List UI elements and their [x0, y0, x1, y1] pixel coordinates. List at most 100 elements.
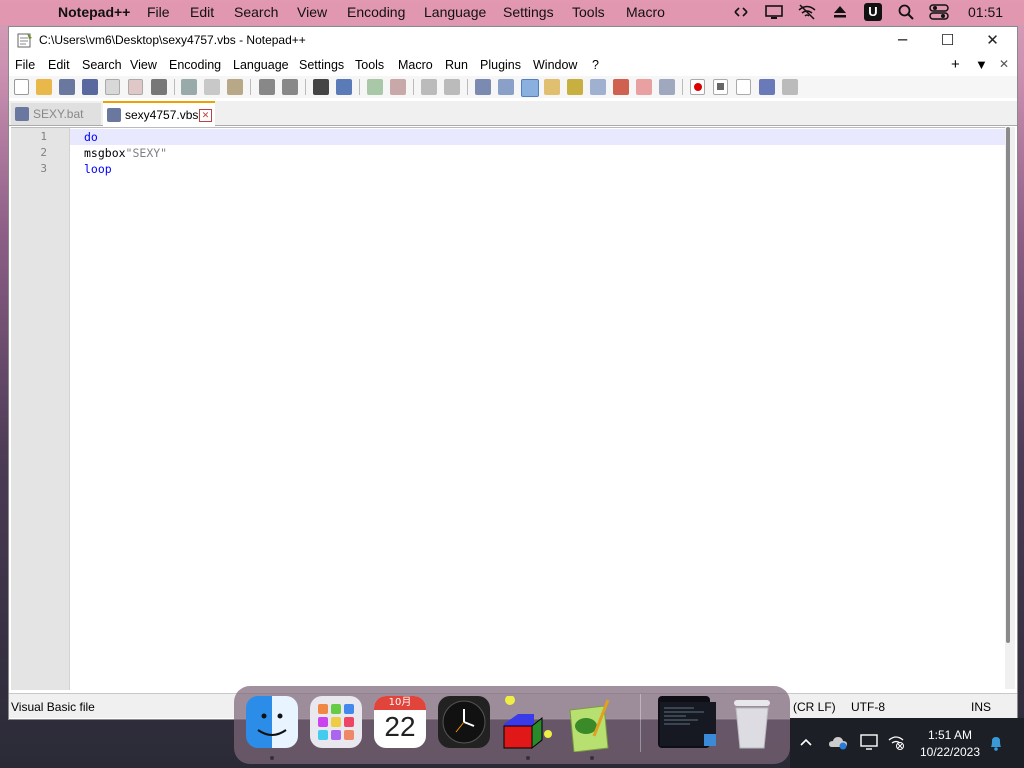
- tab-list-dropdown-button[interactable]: ▼: [975, 57, 988, 72]
- network-disconnected-icon[interactable]: [887, 734, 905, 750]
- mac-menu-tools[interactable]: Tools: [572, 4, 605, 20]
- close-button[interactable]: ✕: [970, 27, 1015, 54]
- window-thumbnail[interactable]: [658, 696, 716, 748]
- playback-icon[interactable]: [736, 79, 751, 95]
- close-file-icon[interactable]: [105, 79, 120, 95]
- menu-file[interactable]: File: [15, 58, 35, 72]
- clock-icon[interactable]: [438, 696, 490, 748]
- running-indicator: [590, 756, 594, 760]
- mac-menu-file[interactable]: File: [147, 4, 170, 20]
- function-list-icon[interactable]: [590, 79, 606, 95]
- status-insert-mode: INS: [971, 700, 992, 714]
- new-file-icon[interactable]: [14, 79, 29, 95]
- menu-help[interactable]: ?: [592, 58, 599, 72]
- u-app-icon[interactable]: U: [864, 3, 882, 21]
- indent-guide-icon[interactable]: [521, 79, 539, 97]
- notepadpp-icon[interactable]: [564, 696, 616, 753]
- maximize-button[interactable]: ☐: [925, 27, 970, 54]
- undo-icon[interactable]: [259, 79, 275, 95]
- display-icon[interactable]: [765, 5, 783, 20]
- toolbar: [9, 76, 1017, 98]
- chevron-up-icon[interactable]: [800, 737, 812, 747]
- paste-icon[interactable]: [227, 79, 243, 95]
- trash-icon[interactable]: [726, 696, 778, 749]
- mac-menu-view[interactable]: View: [297, 4, 327, 20]
- menu-edit[interactable]: Edit: [48, 58, 70, 72]
- minimize-button[interactable]: ─: [880, 27, 925, 54]
- tab-close-icon[interactable]: ✕: [199, 109, 212, 122]
- code-keyword: loop: [84, 162, 112, 176]
- print-icon[interactable]: [151, 79, 167, 95]
- calendar-icon[interactable]: 10月 22: [374, 696, 426, 748]
- toolbar-separator: [682, 79, 683, 95]
- remote-code-icon[interactable]: [731, 5, 751, 19]
- mac-menu-edit[interactable]: Edit: [190, 4, 214, 20]
- monitoring-icon[interactable]: [659, 79, 675, 95]
- menu-language[interactable]: Language: [233, 58, 289, 72]
- launchpad-icon[interactable]: [310, 696, 362, 748]
- toolbar-separator: [174, 79, 175, 95]
- mac-menu-settings[interactable]: Settings: [503, 4, 554, 20]
- save-icon[interactable]: [59, 79, 75, 95]
- cut-icon[interactable]: [181, 79, 197, 95]
- code-line[interactable]: do: [84, 130, 98, 144]
- start-recording-icon[interactable]: [690, 79, 705, 95]
- run-macro-multiple-icon[interactable]: [759, 79, 775, 95]
- new-tab-plus-button[interactable]: +: [951, 56, 960, 73]
- onedrive-cloud-icon[interactable]: [828, 734, 848, 750]
- save-macro-icon[interactable]: [782, 79, 798, 95]
- notepadpp-app-icon: [17, 33, 32, 48]
- tab-sexy4757-vbs[interactable]: sexy4757.vbs ✕: [103, 101, 215, 127]
- folder-as-workspace-icon[interactable]: [613, 79, 629, 95]
- menu-view[interactable]: View: [130, 58, 157, 72]
- mac-menu-macro[interactable]: Macro: [626, 4, 665, 20]
- display-icon[interactable]: [860, 734, 878, 750]
- tab-sexy-bat[interactable]: SEXY.bat: [11, 103, 101, 125]
- scrollbar-thumb[interactable]: [1006, 127, 1010, 643]
- show-all-characters-icon[interactable]: [498, 79, 514, 95]
- menu-search[interactable]: Search: [82, 58, 122, 72]
- eject-icon[interactable]: [833, 5, 847, 19]
- user-defined-language-icon[interactable]: [544, 79, 560, 95]
- word-wrap-icon[interactable]: [475, 79, 491, 95]
- mac-menu-clock[interactable]: 01:51: [968, 4, 1003, 20]
- finder-icon[interactable]: [246, 696, 298, 748]
- editor-area[interactable]: 1 2 3 do msgbox"SEXY" loop: [11, 127, 1005, 690]
- tray-time[interactable]: 1:51 AM: [910, 728, 990, 742]
- wifi-off-icon[interactable]: [797, 4, 817, 20]
- menu-run[interactable]: Run: [445, 58, 468, 72]
- mac-menu-search[interactable]: Search: [234, 4, 278, 20]
- zoom-out-icon[interactable]: [390, 79, 406, 95]
- close-all-icon[interactable]: [128, 79, 143, 95]
- menu-encoding[interactable]: Encoding: [169, 58, 221, 72]
- menu-window[interactable]: Window: [533, 58, 577, 72]
- save-all-icon[interactable]: [82, 79, 98, 95]
- menu-macro[interactable]: Macro: [398, 58, 433, 72]
- sync-horizontal-icon[interactable]: [444, 79, 460, 95]
- stop-recording-icon[interactable]: [713, 79, 728, 95]
- menu-settings[interactable]: Settings: [299, 58, 344, 72]
- find-icon[interactable]: [313, 79, 329, 95]
- menu-plugins[interactable]: Plugins: [480, 58, 521, 72]
- redo-icon[interactable]: [282, 79, 298, 95]
- open-file-icon[interactable]: [36, 79, 52, 95]
- document-map-icon[interactable]: [567, 79, 583, 95]
- app-icon[interactable]: [500, 695, 552, 750]
- mac-menu-encoding[interactable]: Encoding: [347, 4, 405, 20]
- code-line[interactable]: msgbox"SEXY": [84, 146, 167, 160]
- close-document-button[interactable]: ✕: [999, 57, 1009, 71]
- control-center-icon[interactable]: [929, 4, 949, 20]
- mac-menu-app-name[interactable]: Notepad++: [58, 4, 130, 20]
- zoom-in-icon[interactable]: [367, 79, 383, 95]
- system-tray: 1:51 AM 10/22/2023: [790, 718, 1024, 768]
- notification-bell-icon[interactable]: [988, 735, 1004, 751]
- mac-menu-language[interactable]: Language: [424, 4, 486, 20]
- copy-icon[interactable]: [204, 79, 220, 95]
- code-line[interactable]: loop: [84, 162, 112, 176]
- replace-icon[interactable]: [336, 79, 352, 95]
- spotlight-search-icon[interactable]: [898, 4, 914, 20]
- folder-icon[interactable]: [636, 79, 652, 95]
- sync-vertical-icon[interactable]: [421, 79, 437, 95]
- menu-tools[interactable]: Tools: [355, 58, 384, 72]
- tray-date[interactable]: 10/22/2023: [910, 745, 990, 759]
